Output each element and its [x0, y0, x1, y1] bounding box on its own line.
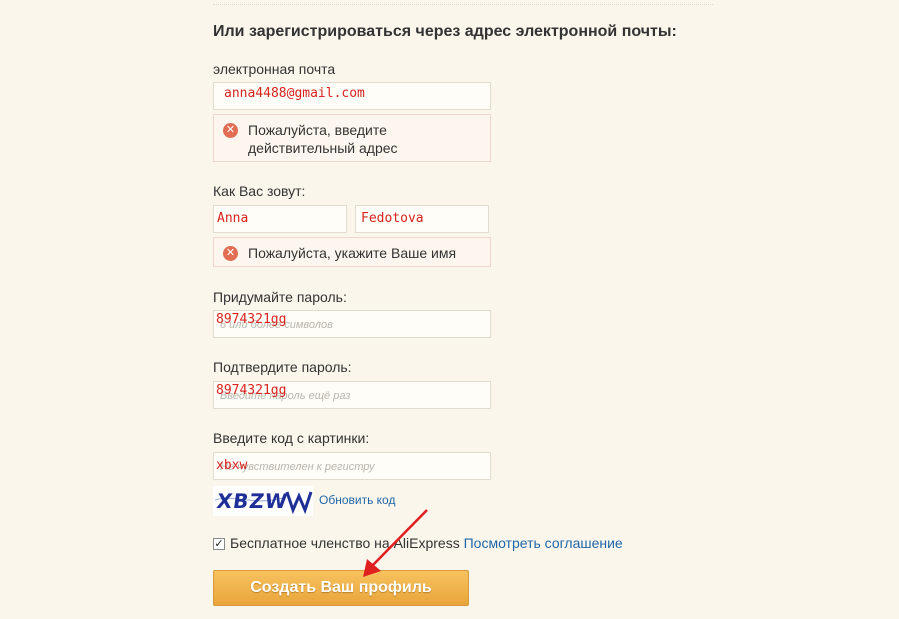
confirm-password-value: 8974321gg	[216, 383, 287, 398]
password-value: 8974321gg	[216, 312, 287, 327]
annotation-arrow-icon	[363, 509, 428, 577]
registration-heading: Или зарегистрироваться через адрес элект…	[213, 23, 677, 40]
captcha-field[interactable]: Не чувствителен к регистру xbxw	[213, 452, 491, 480]
name-label: Как Вас зовут:	[213, 183, 306, 199]
captcha-label: Введите код с картинки:	[213, 430, 370, 446]
first-name-field[interactable]: Anna	[213, 205, 347, 233]
email-field[interactable]: anna4488@gmail.com	[213, 82, 491, 110]
error-circle-x-icon: ✕	[223, 246, 238, 261]
view-agreement-link[interactable]: Посмотреть соглашение	[464, 535, 623, 551]
captcha-image: XBZW	[213, 486, 313, 516]
name-error-text: Пожалуйста, укажите Ваше имя	[248, 245, 457, 261]
membership-checkbox[interactable]: ✓	[213, 538, 225, 550]
email-error: ✕ Пожалуйста, введите действительный адр…	[213, 114, 491, 162]
last-name-field[interactable]: Fedotova	[355, 205, 489, 233]
captcha-image-text: XBZW	[215, 489, 290, 513]
confirm-password-field[interactable]: Введите пароль ещё раз 8974321gg	[213, 381, 491, 409]
email-value: anna4488@gmail.com	[224, 86, 365, 101]
captcha-value: xbxw	[216, 458, 248, 473]
name-error: ✕ Пожалуйста, укажите Ваше имя	[213, 237, 491, 267]
password-label: Придумайте пароль:	[213, 289, 347, 305]
email-error-text: Пожалуйста, введите действительный адрес	[248, 122, 398, 156]
last-name-value: Fedotova	[361, 211, 424, 226]
first-name-value: Anna	[217, 211, 249, 226]
password-field[interactable]: 6 или более символов 8974321gg	[213, 310, 491, 338]
confirm-password-label: Подтвердите пароль:	[213, 359, 352, 375]
top-divider	[213, 4, 713, 5]
error-circle-x-icon: ✕	[223, 123, 238, 138]
email-label: электронная почта	[213, 61, 336, 77]
checkmark-icon: ✓	[214, 538, 224, 550]
